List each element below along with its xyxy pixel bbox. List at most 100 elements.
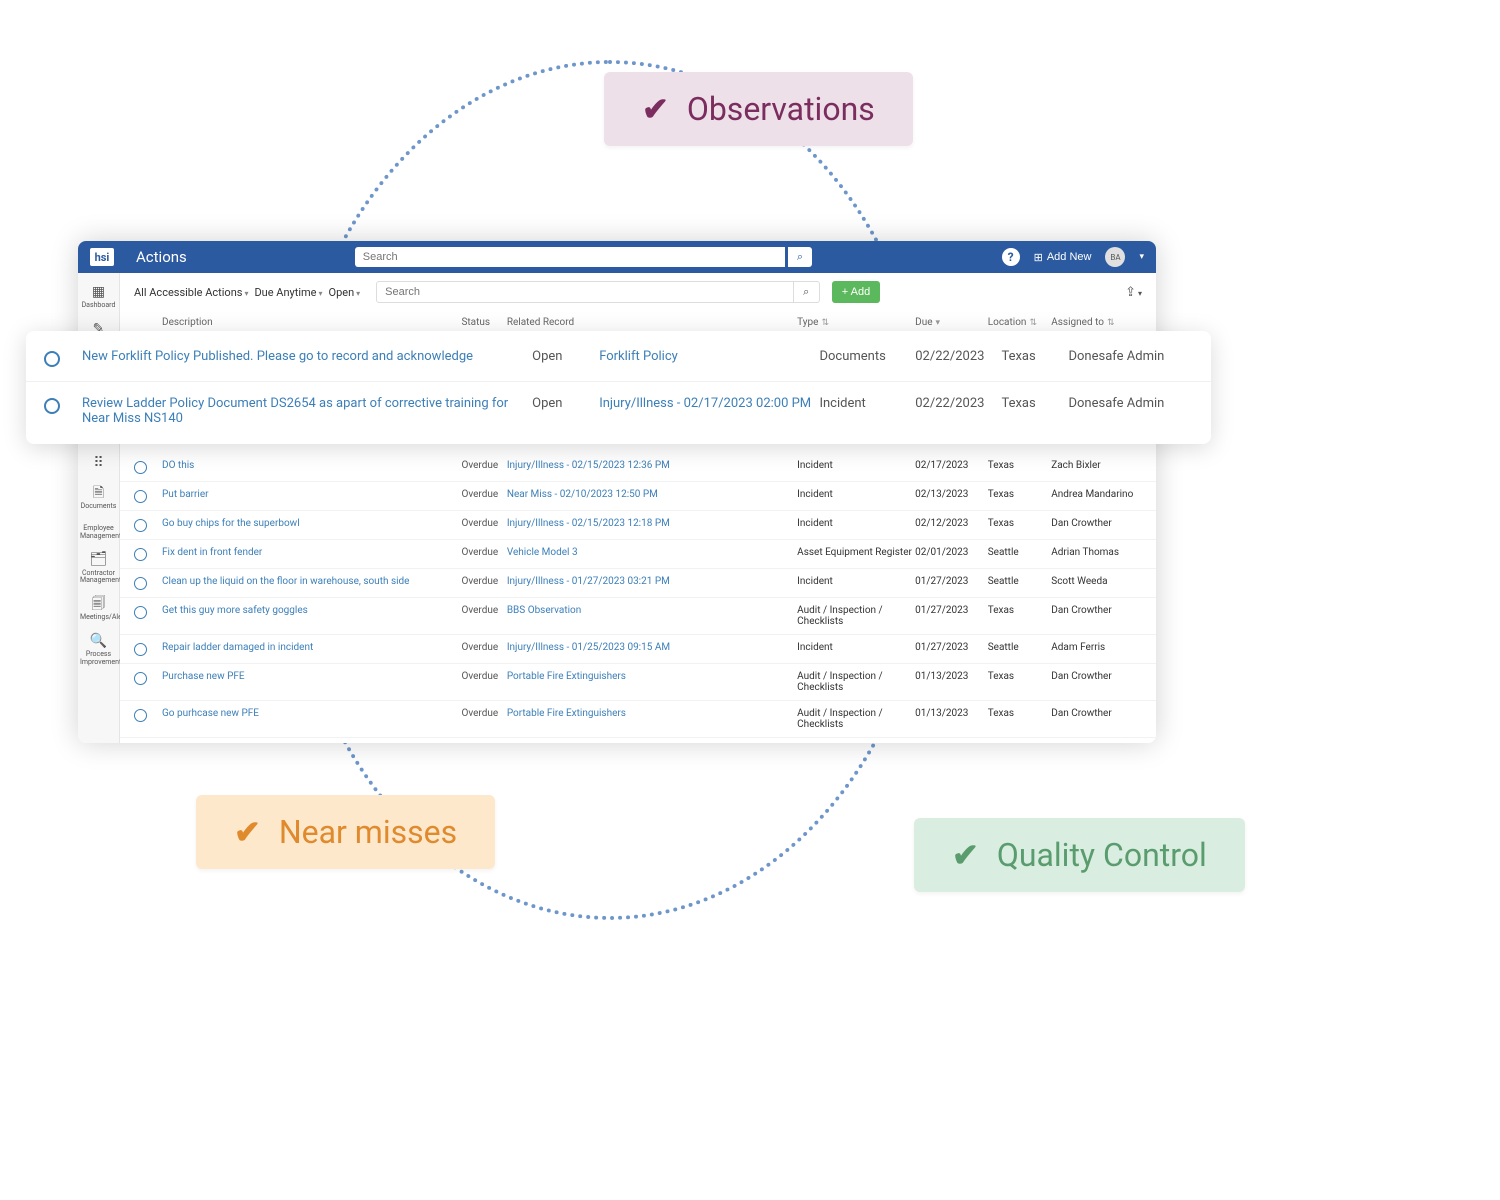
sidebar-item[interactable]: 🔍Process Improvement <box>78 628 119 673</box>
row-due: 02/22/2023 <box>915 349 1001 364</box>
row-status: Overdue <box>461 460 506 471</box>
sidebar-icon: 🔍 <box>80 634 117 649</box>
row-status-toggle[interactable] <box>44 351 60 367</box>
callout-near-misses: ✔ Near misses <box>196 795 495 869</box>
table-row[interactable]: Purchase new PFE Overdue Portable Fire E… <box>120 664 1156 701</box>
row-description[interactable]: Repair ladder damaged in incident <box>162 642 461 653</box>
row-related[interactable]: Injury/Illness - 02/15/2023 12:18 PM <box>507 518 797 529</box>
sidebar-item[interactable]: ▦Dashboard <box>78 279 119 316</box>
th-status[interactable]: Status <box>461 317 506 328</box>
th-location[interactable]: Location ⇅ <box>988 317 1052 328</box>
add-new-button[interactable]: ⊞ Add New <box>1034 251 1092 264</box>
row-status-toggle[interactable] <box>134 643 147 656</box>
row-related[interactable]: Vehicle Model 3 <box>507 547 797 558</box>
row-status-toggle[interactable] <box>134 461 147 474</box>
app-window: hsi Actions ⌕ ? ⊞ Add New BA ▾ ▦Dashboar… <box>78 241 1156 743</box>
table-row[interactable]: DO this Overdue Injury/Illness - 02/15/2… <box>120 453 1156 482</box>
th-description[interactable]: Description <box>162 317 461 328</box>
sidebar-item[interactable]: Employee Management <box>78 517 119 546</box>
th-type[interactable]: Type ⇅ <box>797 317 915 328</box>
row-description[interactable]: Purchase new PFE <box>162 671 461 682</box>
row-status-toggle[interactable] <box>134 606 147 619</box>
help-icon[interactable]: ? <box>1002 248 1020 266</box>
table-row[interactable]: Order Large Gloves Overdue Behavior Base… <box>120 738 1156 743</box>
row-type: Audit / Inspection / Checklists <box>797 671 915 693</box>
row-status: Overdue <box>461 605 506 616</box>
row-description[interactable]: Put barrier <box>162 489 461 500</box>
row-related[interactable]: Injury/Illness - 01/25/2023 09:15 AM <box>507 642 797 653</box>
table-row[interactable]: Put barrier Overdue Near Miss - 02/10/20… <box>120 482 1156 511</box>
avatar[interactable]: BA <box>1105 247 1125 267</box>
row-location: Seattle <box>988 547 1052 558</box>
row-description[interactable]: Go purhcase new PFE <box>162 708 461 719</box>
table-row[interactable]: Go buy chips for the superbowl Overdue I… <box>120 511 1156 540</box>
filters-bar: All Accessible Actions Due Anytime Open … <box>120 273 1156 311</box>
filter-all-accessible[interactable]: All Accessible Actions <box>134 286 248 299</box>
th-assigned[interactable]: Assigned to ⇅ <box>1051 317 1142 328</box>
sidebar-item[interactable]: 🗂Contractor Management <box>78 546 119 591</box>
filter-due-anytime[interactable]: Due Anytime <box>254 286 322 299</box>
row-description[interactable]: Clean up the liquid on the floor in ware… <box>162 576 461 587</box>
check-icon: ✔ <box>234 813 261 851</box>
table-row[interactable]: Go purhcase new PFE Overdue Portable Fir… <box>120 701 1156 738</box>
table-row[interactable]: Clean up the liquid on the floor in ware… <box>120 569 1156 598</box>
filters-search-input[interactable] <box>376 281 794 303</box>
row-status-toggle[interactable] <box>134 548 147 561</box>
th-due[interactable]: Due ▾ <box>915 317 988 328</box>
sidebar-item[interactable]: ⠿ <box>78 450 119 479</box>
callout-observations-label: Observations <box>687 90 875 128</box>
row-description[interactable]: Fix dent in front fender <box>162 547 461 558</box>
row-related[interactable]: Near Miss - 02/10/2023 12:50 PM <box>507 489 797 500</box>
row-location: Texas <box>988 489 1052 500</box>
row-type: Audit / Inspection / Checklists <box>797 708 915 730</box>
row-related[interactable]: Injury/Illness - 02/17/2023 02:00 PM <box>599 396 819 411</box>
row-status-toggle[interactable] <box>134 577 147 590</box>
export-icon[interactable]: ⇪ <box>1125 285 1142 300</box>
row-related[interactable]: Injury/Illness - 02/15/2023 12:36 PM <box>507 460 797 471</box>
highlighted-row[interactable]: Review Ladder Policy Document DS2654 as … <box>26 381 1211 440</box>
row-assigned: Adrian Thomas <box>1051 547 1142 558</box>
row-related[interactable]: BBS Observation <box>507 605 797 616</box>
row-description[interactable]: DO this <box>162 460 461 471</box>
plus-icon: ⊞ <box>1034 251 1043 264</box>
sort-icon[interactable]: ⇅ <box>821 318 829 328</box>
row-location: Texas <box>988 460 1052 471</box>
sidebar-label: Dashboard <box>82 301 116 309</box>
logo[interactable]: hsi <box>90 248 114 266</box>
row-assigned: Donesafe Admin <box>1068 396 1193 411</box>
table-row[interactable]: Fix dent in front fender Overdue Vehicle… <box>120 540 1156 569</box>
row-status-toggle[interactable] <box>134 672 147 685</box>
row-status-toggle[interactable] <box>44 398 60 414</box>
sidebar-label: Process Improvement <box>80 650 121 666</box>
row-description[interactable]: Go buy chips for the superbowl <box>162 518 461 529</box>
avatar-dropdown-icon[interactable]: ▾ <box>1139 252 1144 262</box>
row-status-toggle[interactable] <box>134 490 147 503</box>
highlighted-row[interactable]: New Forklift Policy Published. Please go… <box>26 335 1211 381</box>
sidebar-item[interactable]: 🗎Documents <box>78 480 119 517</box>
filter-open[interactable]: Open <box>329 286 361 299</box>
row-description[interactable]: New Forklift Policy Published. Please go… <box>82 349 532 364</box>
filters-search-button[interactable]: ⌕ <box>794 281 820 303</box>
sidebar-label: Documents <box>81 502 117 510</box>
row-status-toggle[interactable] <box>134 709 147 722</box>
row-location: Texas <box>988 518 1052 529</box>
row-description[interactable]: Review Ladder Policy Document DS2654 as … <box>82 396 532 426</box>
add-button[interactable]: + Add <box>832 281 880 303</box>
row-description[interactable]: Get this guy more safety goggles <box>162 605 461 616</box>
th-related[interactable]: Related Record <box>507 317 797 328</box>
row-status-toggle[interactable] <box>134 519 147 532</box>
table-row[interactable]: Repair ladder damaged in incident Overdu… <box>120 635 1156 664</box>
sort-icon[interactable]: ⇅ <box>1029 318 1037 328</box>
chevron-down-icon[interactable]: ▾ <box>936 318 941 328</box>
table-row[interactable]: Get this guy more safety goggles Overdue… <box>120 598 1156 635</box>
sidebar-item[interactable]: 🗐Meetings/Alert <box>78 591 119 628</box>
sort-icon[interactable]: ⇅ <box>1107 318 1115 328</box>
topbar-search-button[interactable]: ⌕ <box>788 247 812 267</box>
row-related[interactable]: Portable Fire Extinguishers <box>507 708 797 719</box>
row-type: Documents <box>819 349 915 364</box>
row-related[interactable]: Portable Fire Extinguishers <box>507 671 797 682</box>
topbar-search-input[interactable] <box>355 247 785 267</box>
row-related[interactable]: Injury/Illness - 01/27/2023 03:21 PM <box>507 576 797 587</box>
row-related[interactable]: Forklift Policy <box>599 349 819 364</box>
row-due: 01/13/2023 <box>915 671 988 682</box>
